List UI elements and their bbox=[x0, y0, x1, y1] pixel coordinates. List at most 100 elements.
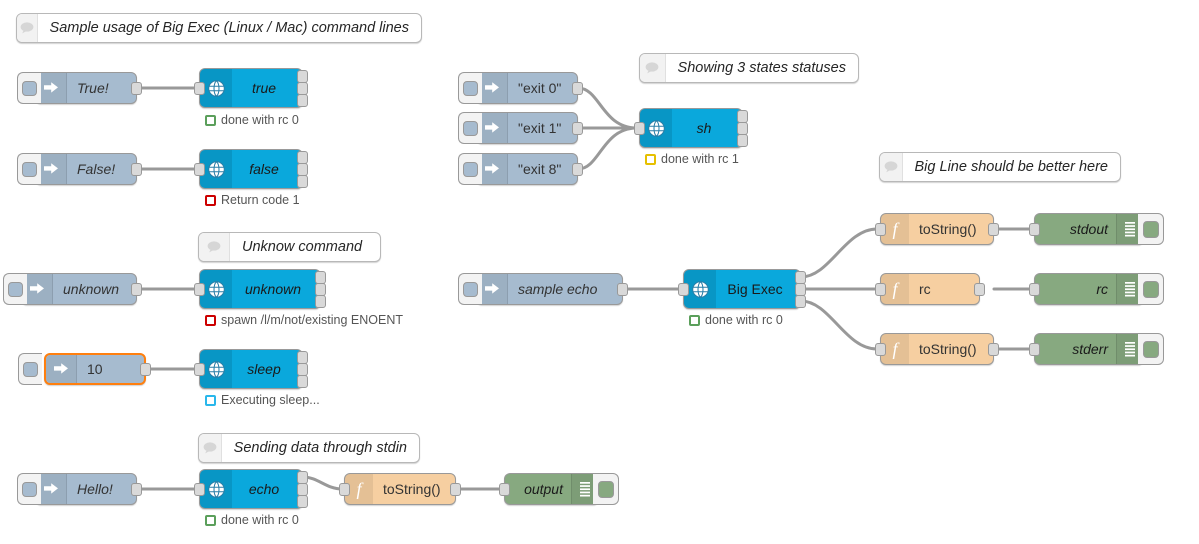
output-port[interactable] bbox=[140, 363, 151, 376]
output-port[interactable] bbox=[988, 223, 999, 236]
debug-toggle-button[interactable] bbox=[593, 473, 619, 505]
inject-node-sample-echo[interactable]: sample echo bbox=[458, 273, 628, 305]
debug-toggle-button[interactable] bbox=[1138, 273, 1164, 305]
inject-trigger-button[interactable] bbox=[17, 153, 41, 185]
input-port[interactable] bbox=[339, 483, 350, 496]
comment-node-unknow-command[interactable]: Unknow command bbox=[198, 232, 381, 262]
input-port[interactable] bbox=[875, 283, 886, 296]
inject-node-unknown[interactable]: unknown bbox=[3, 273, 142, 305]
output-port[interactable] bbox=[131, 283, 142, 296]
output-port[interactable] bbox=[450, 483, 461, 496]
output-port[interactable] bbox=[974, 283, 985, 296]
debug-toggle-button[interactable] bbox=[1138, 333, 1164, 365]
svg-text:f: f bbox=[892, 339, 900, 359]
comment-node-big-line[interactable]: Big Line should be better here bbox=[879, 152, 1121, 182]
exec-node-true[interactable]: true bbox=[194, 68, 308, 108]
output-port[interactable] bbox=[131, 483, 142, 496]
flow-canvas[interactable]: Sample usage of Big Exec (Linux / Mac) c… bbox=[0, 0, 1199, 544]
status-exec-sleep: Executing sleep... bbox=[205, 393, 320, 407]
debug-node-stderr[interactable]: stderr bbox=[1029, 333, 1164, 365]
input-port[interactable] bbox=[875, 343, 886, 356]
inject-trigger-button[interactable] bbox=[3, 273, 27, 305]
status-dot bbox=[689, 314, 700, 326]
input-port[interactable] bbox=[1029, 283, 1040, 296]
input-port[interactable] bbox=[194, 483, 205, 496]
function-node-tostring-stderr[interactable]: f toString() bbox=[875, 333, 999, 365]
input-port[interactable] bbox=[194, 82, 205, 95]
input-port[interactable] bbox=[1029, 343, 1040, 356]
inject-node-exit-1[interactable]: "exit 1" bbox=[458, 112, 583, 144]
output-port-rc[interactable] bbox=[297, 175, 308, 188]
debug-toggle-button[interactable] bbox=[1138, 213, 1164, 245]
input-port[interactable] bbox=[499, 483, 510, 496]
comment-node-sending-data[interactable]: Sending data through stdin bbox=[198, 433, 420, 463]
inject-label: True! bbox=[77, 80, 109, 96]
function-node-rc[interactable]: f rc bbox=[875, 273, 985, 305]
exec-label: Big Exec bbox=[727, 281, 783, 297]
output-port-stderr[interactable] bbox=[795, 295, 806, 308]
inject-trigger-button[interactable] bbox=[458, 72, 482, 104]
comment-node-showing-states[interactable]: Showing 3 states statuses bbox=[639, 53, 859, 83]
output-port[interactable] bbox=[131, 82, 142, 95]
status-exec-true: done with rc 0 bbox=[205, 113, 299, 127]
input-port[interactable] bbox=[875, 223, 886, 236]
exec-node-false[interactable]: false bbox=[194, 149, 308, 189]
comment-node-sample-usage[interactable]: Sample usage of Big Exec (Linux / Mac) c… bbox=[16, 13, 422, 43]
exec-node-big-exec[interactable]: Big Exec bbox=[678, 269, 806, 309]
inject-trigger-button[interactable] bbox=[17, 473, 41, 505]
debug-node-rc[interactable]: rc bbox=[1029, 273, 1164, 305]
exec-label: echo bbox=[248, 481, 280, 497]
input-port[interactable] bbox=[1029, 223, 1040, 236]
status-exec-big-exec: done with rc 0 bbox=[689, 313, 783, 327]
inject-node-true[interactable]: True! bbox=[17, 72, 142, 104]
output-port[interactable] bbox=[572, 163, 583, 176]
inject-node-false[interactable]: False! bbox=[17, 153, 142, 185]
inject-trigger-button[interactable] bbox=[17, 72, 41, 104]
output-port[interactable] bbox=[988, 343, 999, 356]
input-port[interactable] bbox=[194, 163, 205, 176]
inject-node-exit-8[interactable]: "exit 8" bbox=[458, 153, 583, 185]
exec-node-echo[interactable]: echo bbox=[194, 469, 308, 509]
comment-text: Big Line should be better here bbox=[914, 159, 1108, 175]
inject-arrow-icon bbox=[46, 355, 77, 383]
inject-trigger-button[interactable] bbox=[458, 273, 482, 305]
inject-node-10[interactable]: 10 bbox=[18, 353, 151, 385]
svg-text:f: f bbox=[892, 279, 900, 299]
output-port-rc[interactable] bbox=[315, 295, 326, 308]
output-port[interactable] bbox=[131, 163, 142, 176]
output-port[interactable] bbox=[617, 283, 628, 296]
debug-node-output[interactable]: output bbox=[499, 473, 619, 505]
exec-node-sh[interactable]: sh bbox=[634, 108, 748, 148]
inject-label: "exit 1" bbox=[518, 120, 562, 136]
inject-trigger-button[interactable] bbox=[458, 112, 482, 144]
output-port[interactable] bbox=[572, 82, 583, 95]
comment-text: Showing 3 states statuses bbox=[677, 60, 846, 76]
debug-node-stdout[interactable]: stdout bbox=[1029, 213, 1164, 245]
output-port-rc[interactable] bbox=[297, 495, 308, 508]
inject-trigger-button[interactable] bbox=[18, 353, 42, 385]
output-port-rc[interactable] bbox=[297, 375, 308, 388]
function-node-tostring-stdout[interactable]: f toString() bbox=[875, 213, 999, 245]
comment-bubble-icon bbox=[640, 54, 666, 82]
output-port-rc[interactable] bbox=[737, 134, 748, 147]
status-text: done with rc 0 bbox=[221, 113, 299, 127]
inject-node-exit-0[interactable]: "exit 0" bbox=[458, 72, 583, 104]
function-label: toString() bbox=[383, 481, 441, 497]
status-text: Executing sleep... bbox=[221, 393, 320, 407]
comment-bubble-icon bbox=[199, 434, 222, 462]
input-port[interactable] bbox=[194, 363, 205, 376]
input-port[interactable] bbox=[678, 283, 689, 296]
inject-trigger-button[interactable] bbox=[458, 153, 482, 185]
exec-node-sleep[interactable]: sleep bbox=[194, 349, 308, 389]
function-label: toString() bbox=[919, 341, 977, 357]
inject-node-hello[interactable]: Hello! bbox=[17, 473, 142, 505]
input-port[interactable] bbox=[194, 283, 205, 296]
status-exec-false: Return code 1 bbox=[205, 193, 300, 207]
output-port[interactable] bbox=[572, 122, 583, 135]
function-node-tostring-output[interactable]: f toString() bbox=[339, 473, 461, 505]
output-port-rc[interactable] bbox=[297, 94, 308, 107]
exec-label: sleep bbox=[247, 361, 281, 377]
status-text: Return code 1 bbox=[221, 193, 300, 207]
input-port[interactable] bbox=[634, 122, 645, 135]
exec-node-unknown[interactable]: unknown bbox=[194, 269, 326, 309]
